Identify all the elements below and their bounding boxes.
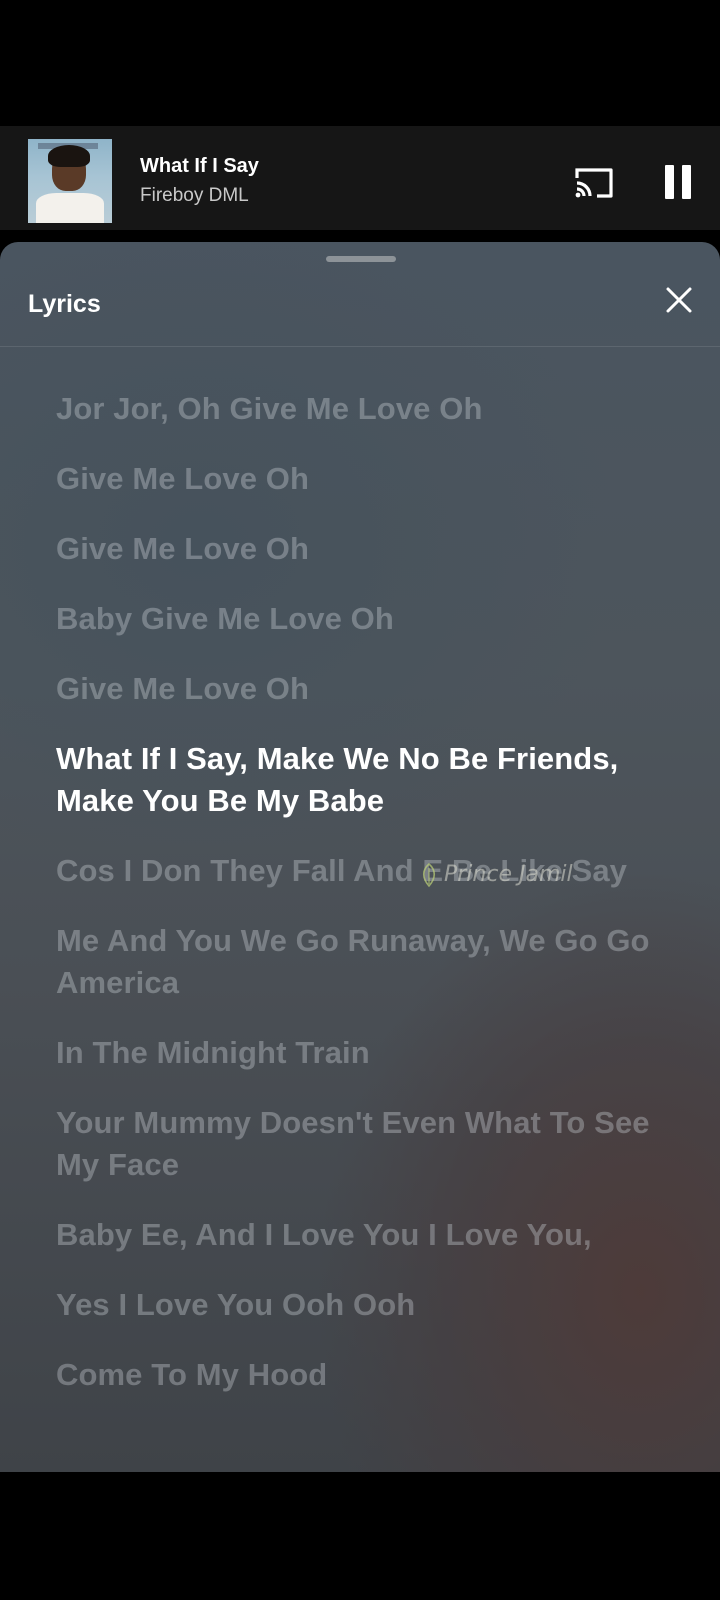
album-art-shirt (36, 193, 104, 223)
lyric-line[interactable]: Your Mummy Doesn't Even What To See My F… (56, 1102, 656, 1186)
cast-icon[interactable] (573, 166, 615, 200)
pause-bar-left (665, 165, 674, 199)
lyrics-sheet[interactable]: Lyrics Jor Jor, Oh Give Me Love Oh Give … (0, 242, 720, 1472)
track-title[interactable]: What If I Say (140, 155, 259, 178)
lyric-line[interactable]: Yes I Love You Ooh Ooh (56, 1284, 656, 1326)
watermark-text: Prince Jamil (444, 862, 573, 887)
lyric-line[interactable]: Baby Ee, And I Love You I Love You, (56, 1214, 656, 1256)
lyric-line-active[interactable]: What If I Say, Make We No Be Friends, Ma… (56, 738, 656, 822)
leaf-icon (422, 862, 436, 888)
watermark: Prince Jamil (420, 862, 573, 888)
lyric-line[interactable]: Jor Jor, Oh Give Me Love Oh (56, 388, 656, 430)
lyrics-list[interactable]: Jor Jor, Oh Give Me Love Oh Give Me Love… (56, 388, 656, 1424)
lyric-line[interactable]: Give Me Love Oh (56, 528, 656, 570)
lyric-line[interactable]: Give Me Love Oh (56, 668, 656, 710)
lyric-line[interactable]: Baby Give Me Love Oh (56, 598, 656, 640)
album-art-hair (48, 145, 90, 167)
divider (0, 346, 720, 347)
lyric-line[interactable]: Me And You We Go Runaway, We Go Go Ameri… (56, 920, 656, 1004)
close-icon[interactable] (665, 286, 693, 314)
lyric-line[interactable]: Come To My Hood (56, 1354, 656, 1396)
lyrics-title: Lyrics (28, 290, 101, 318)
drag-handle[interactable] (326, 256, 396, 262)
lyric-line[interactable]: Give Me Love Oh (56, 458, 656, 500)
album-art[interactable] (28, 139, 112, 223)
lyric-line[interactable]: In The Midnight Train (56, 1032, 656, 1074)
track-artist[interactable]: Fireboy DML (140, 185, 249, 207)
bottom-bar (0, 1472, 720, 1600)
pause-bar-right (682, 165, 691, 199)
pause-icon[interactable] (665, 165, 693, 199)
